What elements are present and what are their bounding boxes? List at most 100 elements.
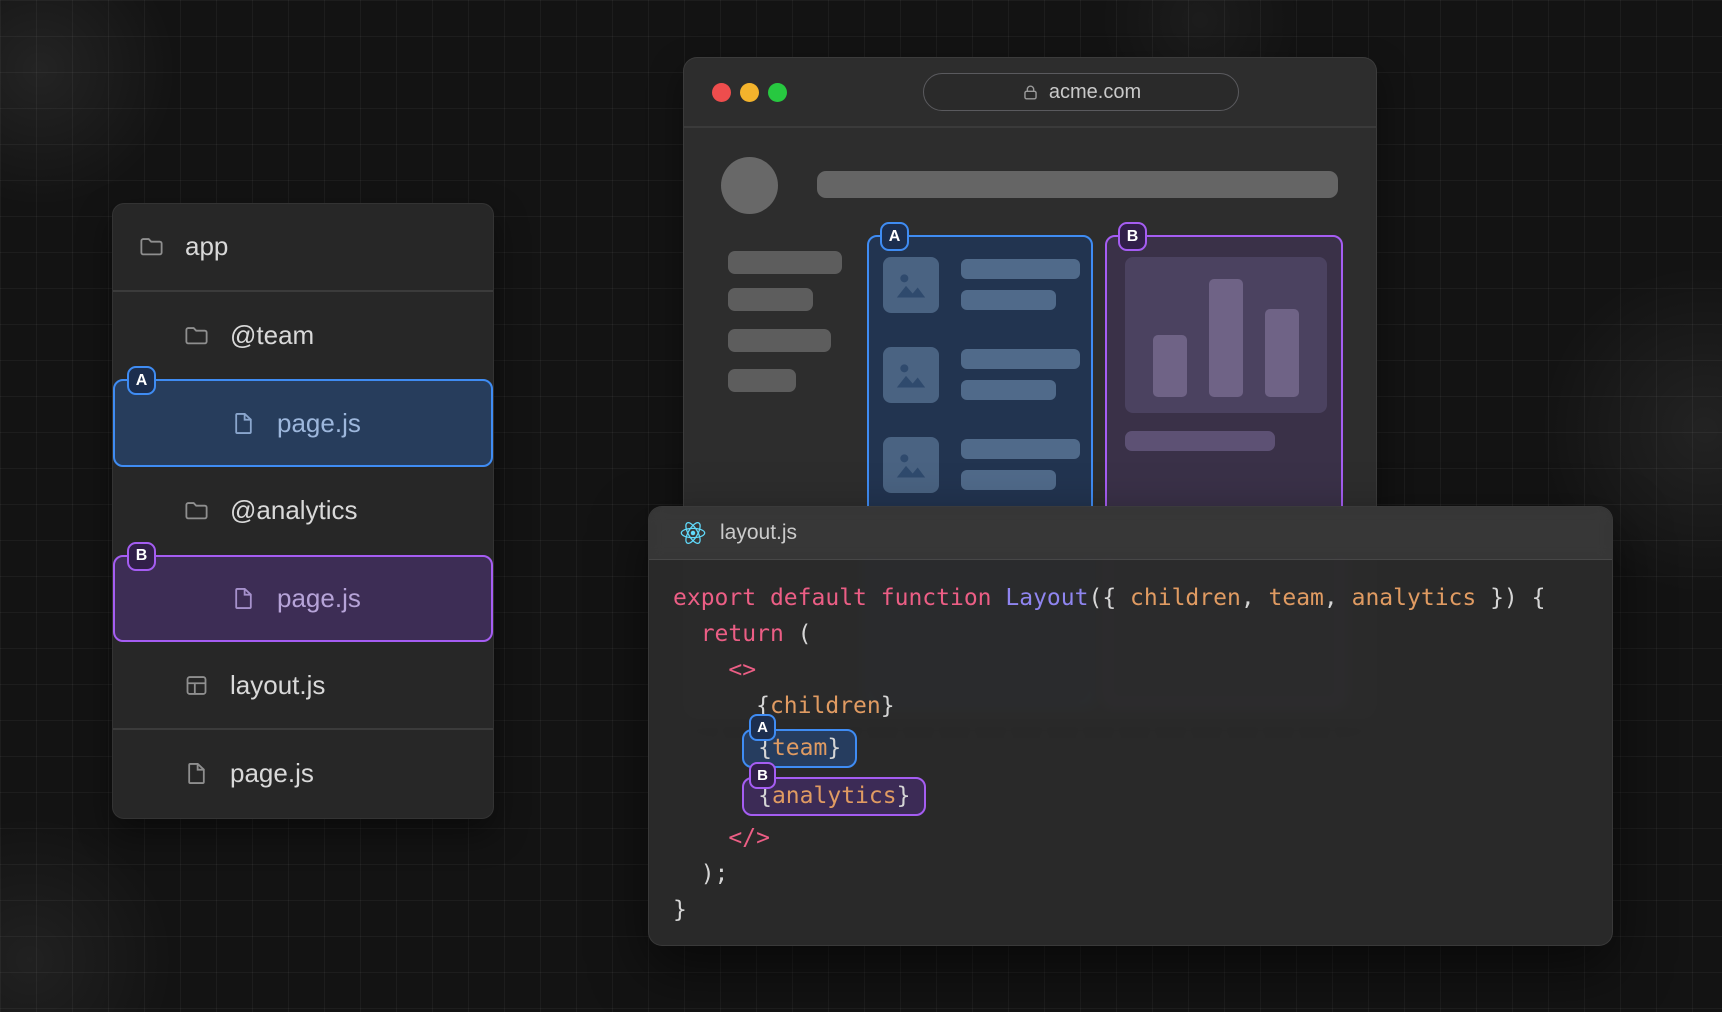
code-token: ); (701, 861, 729, 887)
chart-bar-placeholder (1153, 335, 1187, 397)
code-token: } (897, 783, 911, 809)
code-token: <> (728, 657, 756, 683)
tree-item-layout-js[interactable]: layout.js (113, 642, 493, 730)
code-token: } (827, 735, 841, 761)
text-bar-placeholder (961, 290, 1056, 310)
text-bar-placeholder (961, 349, 1080, 369)
tree-item-page-js[interactable]: Bpage.js (113, 555, 493, 643)
code-token (673, 861, 701, 887)
tree-item-app[interactable]: app (113, 204, 493, 292)
code-highlight-b: B{analytics} (742, 777, 926, 817)
code-token: Layout (1005, 585, 1088, 611)
code-token: </> (728, 825, 770, 851)
code-token (756, 585, 770, 611)
page-background: acme.com A (0, 0, 1722, 1012)
react-icon (679, 519, 707, 547)
code-line: ); (673, 856, 1612, 892)
tree-item-label: @team (230, 320, 314, 351)
code-area: export default function Layout({ childre… (649, 560, 1612, 928)
code-token: export (673, 585, 756, 611)
text-bar-placeholder (961, 470, 1056, 490)
code-token: analytics (772, 783, 897, 809)
code-token: , (1241, 585, 1269, 611)
badge-a: A (127, 366, 156, 395)
image-placeholder-icon (883, 437, 939, 493)
code-token (673, 693, 756, 719)
tree-item-page-js[interactable]: Apage.js (113, 379, 493, 467)
code-line: export default function Layout({ childre… (673, 580, 1612, 616)
code-token: analytics (1352, 585, 1477, 611)
editor-titlebar: layout.js (649, 507, 1612, 560)
code-line: A{team} (673, 724, 1612, 772)
code-editor-window: layout.js export default function Layout… (648, 506, 1613, 946)
nav-bar-placeholder (728, 329, 831, 352)
tree-item-label: page.js (230, 758, 314, 789)
code-token: children (1130, 585, 1241, 611)
text-bar-placeholder (961, 439, 1080, 459)
nav-bar-placeholder (728, 369, 796, 392)
file-icon (230, 585, 257, 612)
traffic-lights (712, 83, 787, 102)
minimize-window-button[interactable] (740, 83, 759, 102)
address-bar[interactable]: acme.com (923, 73, 1239, 111)
text-bar-placeholder (961, 380, 1056, 400)
code-line: <> (673, 652, 1612, 688)
text-bar-placeholder (1125, 431, 1275, 451)
badge-b: B (1118, 222, 1147, 251)
code-token (673, 657, 728, 683)
code-line: return ( (673, 616, 1612, 652)
folder-icon (138, 233, 165, 260)
tree-item--team[interactable]: @team (113, 292, 493, 380)
badge-b: B (749, 762, 776, 789)
tree-item-label: @analytics (230, 495, 358, 526)
folder-icon (183, 322, 210, 349)
image-placeholder-icon (883, 257, 939, 313)
nav-bar-placeholder (728, 288, 813, 311)
code-token: function (881, 585, 992, 611)
tree-item-label: layout.js (230, 670, 325, 701)
layout-icon (183, 672, 210, 699)
code-token (992, 585, 1006, 611)
code-line: } (673, 892, 1612, 928)
editor-filename: layout.js (720, 521, 797, 545)
avatar-placeholder (721, 157, 778, 214)
code-line: B{analytics} (673, 772, 1612, 820)
file-tree-list: app @team Apage.js @analytics Bpage.js layout… (113, 204, 493, 818)
code-token: ({ (1088, 585, 1130, 611)
code-token (867, 585, 881, 611)
image-placeholder-icon (883, 347, 939, 403)
code-token: default (770, 585, 867, 611)
tree-item-page-js[interactable]: page.js (113, 730, 493, 818)
file-icon (183, 760, 210, 787)
code-token: } (673, 897, 687, 923)
chart-bar-placeholder (1209, 279, 1243, 397)
text-bar-placeholder (961, 259, 1080, 279)
badge-b: B (127, 542, 156, 571)
file-tree-panel: app @team Apage.js @analytics Bpage.js layout… (112, 203, 494, 819)
code-token: team (772, 735, 827, 761)
folder-icon (183, 497, 210, 524)
badge-a: A (880, 222, 909, 251)
code-line: {children} (673, 688, 1612, 724)
chart-placeholder (1125, 257, 1327, 413)
tree-item-label: page.js (277, 583, 361, 614)
chart-bar-placeholder (1265, 309, 1299, 397)
nav-bar-placeholder (728, 251, 842, 274)
file-icon (230, 410, 257, 437)
code-token: children (770, 693, 881, 719)
maximize-window-button[interactable] (768, 83, 787, 102)
code-token: } (881, 693, 895, 719)
browser-titlebar: acme.com (684, 58, 1376, 128)
code-token (673, 621, 701, 647)
badge-a: A (749, 714, 776, 741)
code-token: }) { (1476, 585, 1545, 611)
code-token: return (701, 621, 784, 647)
tree-item--analytics[interactable]: @analytics (113, 467, 493, 555)
code-token (673, 825, 728, 851)
header-bar-placeholder (817, 171, 1338, 198)
url-text: acme.com (1049, 81, 1141, 104)
code-token: team (1269, 585, 1324, 611)
close-window-button[interactable] (712, 83, 731, 102)
code-token: , (1324, 585, 1352, 611)
lock-icon (1021, 83, 1040, 102)
